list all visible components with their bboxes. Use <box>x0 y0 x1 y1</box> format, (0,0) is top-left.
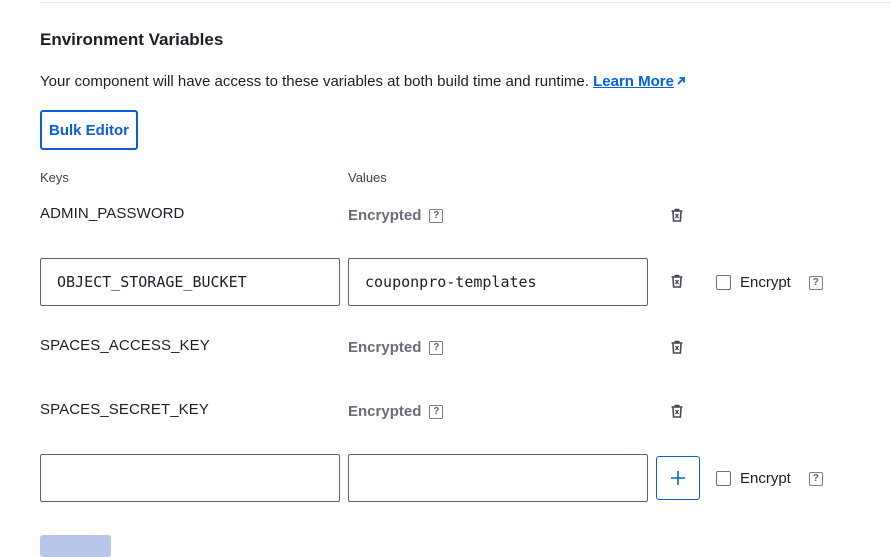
trash-icon[interactable] <box>669 339 685 355</box>
new-key-input[interactable] <box>40 454 340 502</box>
value-input-couponpro-templates[interactable] <box>348 258 648 306</box>
learn-more-link[interactable]: Learn More <box>593 73 686 90</box>
plus-icon <box>671 471 685 485</box>
key-spaces-access-key: SPACES_ACCESS_KEY <box>40 337 210 354</box>
section-description: Your component will have access to these… <box>40 73 686 90</box>
values-column-label: Values <box>348 170 387 185</box>
add-variable-button[interactable] <box>656 456 700 500</box>
learn-more-label: Learn More <box>593 73 674 90</box>
value-encrypted: Encrypted ? <box>348 403 444 420</box>
top-divider <box>40 2 891 3</box>
encrypt-checkbox[interactable] <box>716 471 731 486</box>
key-spaces-secret-key: SPACES_SECRET_KEY <box>40 401 209 418</box>
section-title: Environment Variables <box>40 30 224 49</box>
value-encrypted: Encrypted ? <box>348 339 444 356</box>
save-button-disabled[interactable] <box>40 535 111 557</box>
help-icon[interactable]: ? <box>429 404 444 419</box>
key-input-object-storage-bucket[interactable] <box>40 258 340 306</box>
help-icon[interactable]: ? <box>808 471 823 486</box>
encrypted-label: Encrypted <box>348 339 422 356</box>
description-text: Your component will have access to these… <box>40 73 589 90</box>
encrypted-label: Encrypted <box>348 403 422 420</box>
help-icon[interactable]: ? <box>429 340 444 355</box>
trash-icon[interactable] <box>669 207 685 223</box>
help-icon[interactable]: ? <box>429 208 444 223</box>
encrypted-label: Encrypted <box>348 207 422 224</box>
trash-icon[interactable] <box>669 403 685 419</box>
encrypt-checkbox[interactable] <box>716 275 731 290</box>
key-admin-password: ADMIN_PASSWORD <box>40 205 185 222</box>
encrypt-toggle-group: Encrypt ? <box>716 274 823 291</box>
encrypt-label: Encrypt <box>740 470 791 487</box>
external-link-icon <box>677 77 685 85</box>
encrypt-toggle-group: Encrypt ? <box>716 470 823 487</box>
bulk-editor-button[interactable]: Bulk Editor <box>40 110 138 150</box>
keys-column-label: Keys <box>40 170 69 185</box>
encrypt-label: Encrypt <box>740 274 791 291</box>
value-encrypted: Encrypted ? <box>348 207 444 224</box>
new-value-input[interactable] <box>348 454 648 502</box>
trash-icon[interactable] <box>669 273 685 289</box>
help-icon[interactable]: ? <box>808 275 823 290</box>
